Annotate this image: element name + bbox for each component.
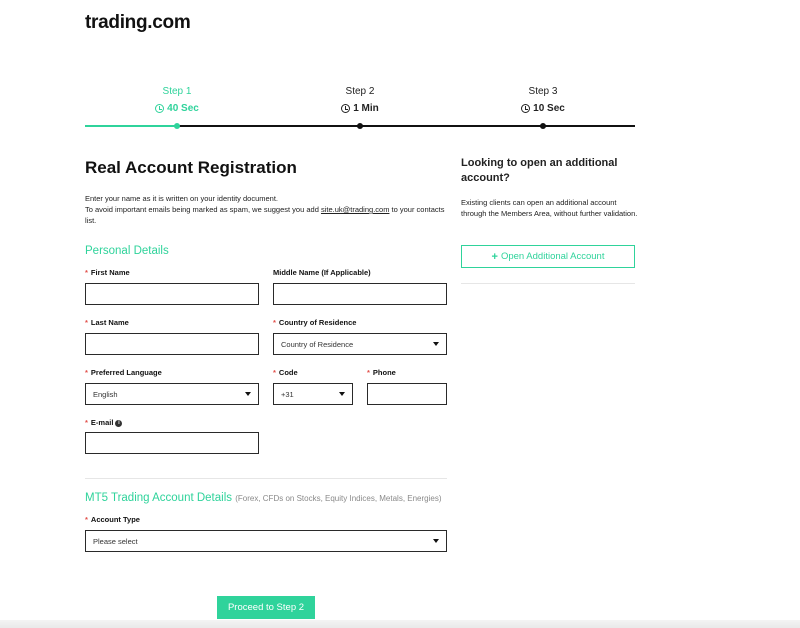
required-mark: * — [273, 368, 276, 377]
phone-code-select[interactable]: +31 — [273, 383, 353, 405]
required-mark: * — [273, 318, 276, 327]
last-name-input[interactable] — [85, 333, 259, 355]
intro-line-1: Enter your name as it is written on your… — [85, 194, 279, 203]
step-1-label: Step 1 — [162, 86, 192, 97]
mt5-details-heading: MT5 Trading Account Details (Forex, CFDs… — [85, 492, 442, 504]
country-select[interactable]: Country of Residence — [273, 333, 447, 355]
account-type-selected-value: Please select — [93, 536, 138, 546]
intro-text: Enter your name as it is written on your… — [85, 193, 445, 226]
required-mark: * — [85, 368, 88, 377]
step-2-time-value: 1 Min — [353, 103, 379, 114]
phone-label-text: Phone — [372, 368, 396, 377]
clock-icon — [155, 104, 165, 113]
first-name-input[interactable] — [85, 283, 259, 305]
brand-logo[interactable]: trading.com — [85, 12, 191, 34]
email-label: * E-mail i — [85, 418, 123, 427]
caret-down-icon — [433, 539, 439, 543]
account-type-label: * Account Type — [85, 515, 140, 524]
country-selected-value: Country of Residence — [281, 339, 354, 349]
code-selected-value: +31 — [281, 389, 294, 399]
required-mark: * — [85, 268, 88, 277]
info-icon[interactable]: i — [115, 419, 123, 427]
step-2-label: Step 2 — [345, 86, 375, 97]
step-3-label: Step 3 — [528, 86, 558, 97]
section-divider — [85, 478, 447, 479]
additional-account-text: Existing clients can open an additional … — [461, 198, 638, 218]
phone-input[interactable] — [367, 383, 447, 405]
step-2: Step 2 1 Min — [300, 86, 420, 114]
first-name-label: * First Name — [85, 268, 130, 277]
step-3-time: 10 Sec — [483, 103, 603, 114]
email-label-text: E-mail — [90, 418, 114, 427]
country-label: * Country of Residence — [273, 318, 356, 327]
step-1: Step 1 40 Sec — [117, 86, 237, 114]
required-mark: * — [85, 418, 88, 427]
plus-icon: + — [491, 250, 498, 263]
code-label: * Code — [273, 368, 298, 377]
aside-divider — [461, 283, 635, 284]
step-1-dot — [174, 123, 180, 129]
caret-down-icon — [245, 392, 251, 396]
page-title: Real Account Registration — [85, 158, 297, 177]
step-3-dot — [540, 123, 546, 129]
phone-label: * Phone — [367, 368, 396, 377]
required-mark: * — [85, 515, 88, 524]
email-input[interactable] — [85, 432, 259, 454]
open-additional-account-button[interactable]: + Open Additional Account — [461, 245, 635, 268]
step-1-time: 40 Sec — [117, 103, 237, 114]
language-label-text: Preferred Language — [90, 368, 162, 377]
country-label-text: Country of Residence — [278, 318, 357, 327]
language-label: * Preferred Language — [85, 368, 162, 377]
clock-icon — [521, 104, 531, 113]
account-type-select[interactable]: Please select — [85, 530, 447, 552]
proceed-to-step-2-button[interactable]: Proceed to Step 2 — [217, 596, 315, 619]
bottom-shadow — [0, 620, 800, 628]
clock-icon — [341, 104, 351, 113]
caret-down-icon — [339, 392, 345, 396]
required-mark: * — [367, 368, 370, 377]
required-mark: * — [85, 318, 88, 327]
account-type-label-text: Account Type — [90, 515, 140, 524]
language-selected-value: English — [93, 389, 118, 399]
progress-track-fill — [85, 125, 177, 127]
middle-name-input[interactable] — [273, 283, 447, 305]
step-2-dot — [357, 123, 363, 129]
step-3: Step 3 10 Sec — [483, 86, 603, 114]
intro-line-2-pre: To avoid important emails being marked a… — [85, 205, 321, 214]
personal-details-heading: Personal Details — [85, 245, 169, 257]
open-additional-account-label: Open Additional Account — [500, 251, 605, 262]
first-name-label-text: First Name — [90, 268, 130, 277]
last-name-label: * Last Name — [85, 318, 129, 327]
mt5-heading-text: MT5 Trading Account Details — [85, 492, 233, 504]
code-label-text: Code — [278, 368, 298, 377]
caret-down-icon — [433, 342, 439, 346]
step-3-time-value: 10 Sec — [533, 103, 565, 114]
middle-name-label: Middle Name (If Applicable) — [273, 268, 371, 277]
additional-account-heading: Looking to open an additional account? — [461, 157, 618, 184]
step-1-time-value: 40 Sec — [167, 103, 199, 114]
step-2-time: 1 Min — [300, 103, 420, 114]
spam-email-link[interactable]: site.uk@trading.com — [321, 205, 389, 214]
last-name-label-text: Last Name — [90, 318, 129, 327]
language-select[interactable]: English — [85, 383, 259, 405]
mt5-heading-subtext: (Forex, CFDs on Stocks, Equity Indices, … — [235, 494, 442, 503]
